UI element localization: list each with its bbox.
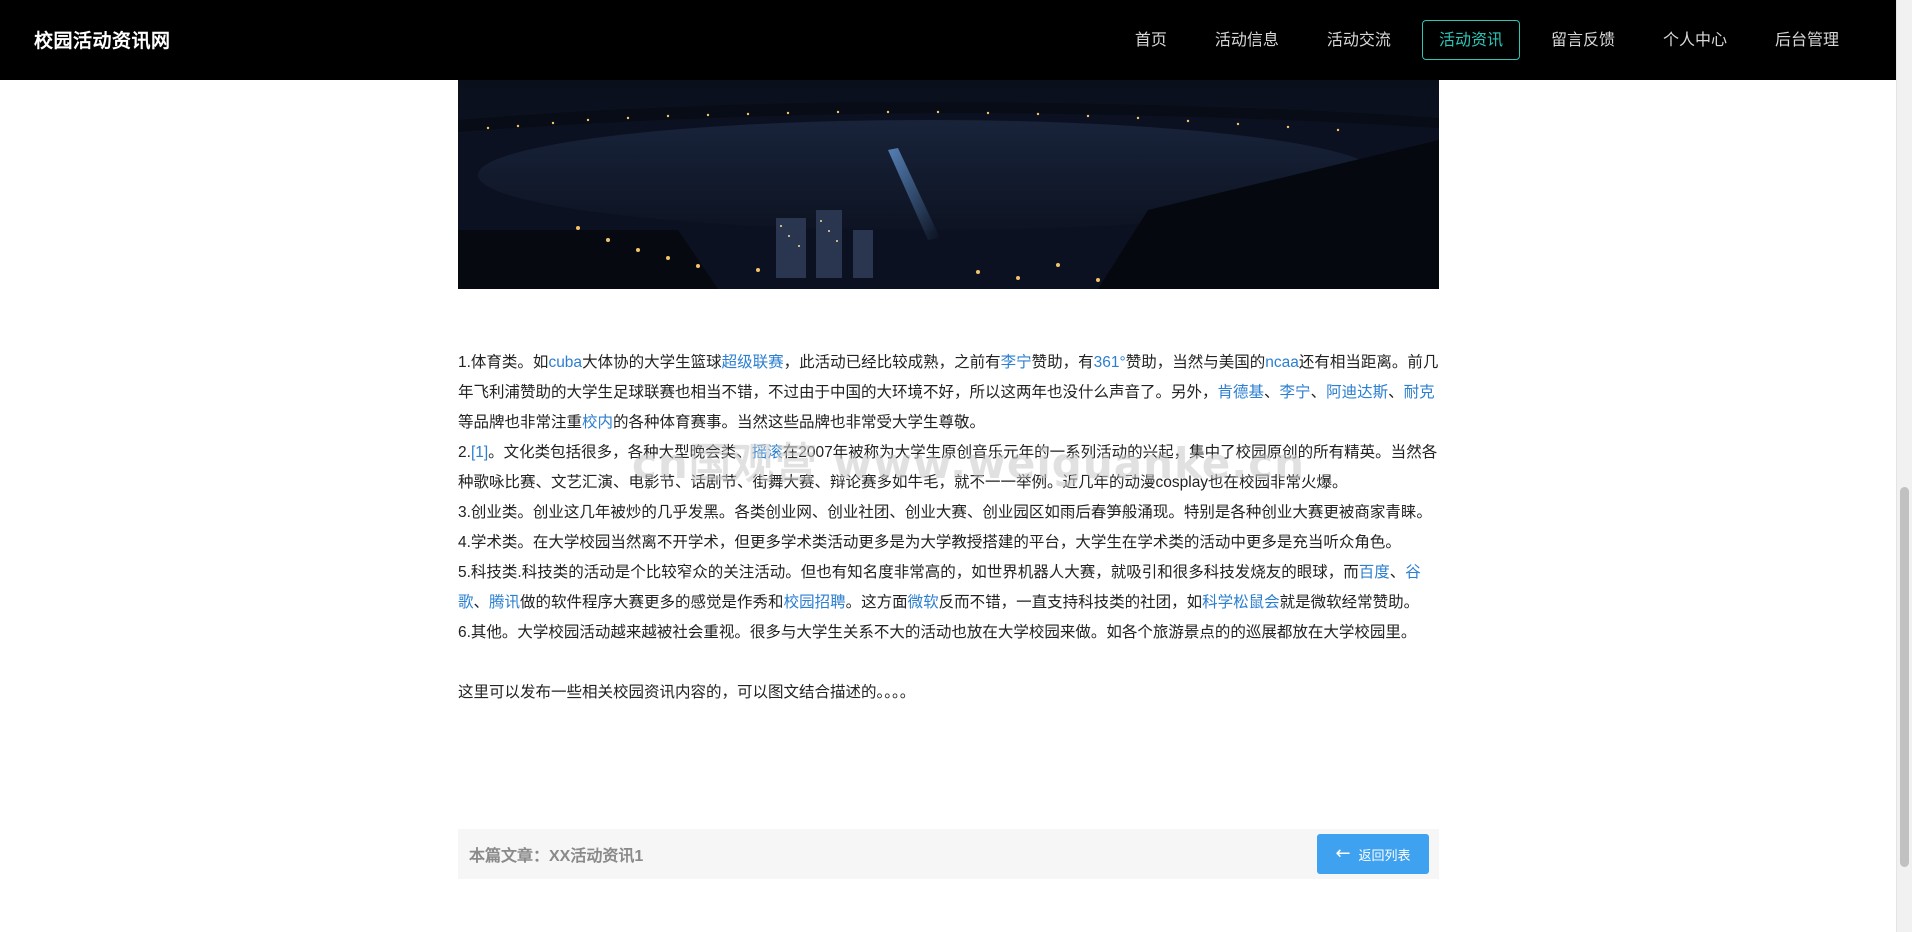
text: 2. <box>458 444 471 461</box>
link-baidu[interactable]: 百度 <box>1359 564 1390 581</box>
link-songshuhui[interactable]: 科学松鼠会 <box>1202 594 1280 611</box>
nav-item-profile[interactable]: 个人中心 <box>1646 20 1744 60</box>
link-campus[interactable]: 校内 <box>582 414 613 431</box>
text: 、 <box>1389 564 1406 581</box>
current-article-label: 本篇文章：XX活动资讯1 <box>469 848 644 865</box>
text: 等品牌也非常注重 <box>458 414 583 431</box>
text: 、 <box>1264 384 1280 401</box>
paragraph-technology: 5.科技类.科技类的活动是个比较窄众的关注活动。但也有知名度非常高的，如世界机器… <box>458 558 1439 618</box>
nav-item-home[interactable]: 首页 <box>1118 20 1184 60</box>
link-citation-1[interactable]: [1] <box>471 444 488 461</box>
text: 反而不错，一直支持科技类的社团，如 <box>938 594 1203 611</box>
paragraph-culture: 2.[1]。文化类包括很多，各种大型晚会类、摇滚在2007年被称为大学生原创音乐… <box>458 438 1439 498</box>
link-campus-recruitment[interactable]: 校园招聘 <box>784 594 846 611</box>
text: ，此活动已经比较成熟，之前有 <box>783 354 1001 371</box>
text: 1.体育类。如 <box>458 354 549 371</box>
article-body: 1.体育类。如cuba大体协的大学生篮球超级联赛，此活动已经比较成熟，之前有李宁… <box>458 348 1439 708</box>
text: 赞助，当然与美国的 <box>1125 354 1266 371</box>
paragraph-note: 这里可以发布一些相关校园资讯内容的，可以图文结合描述的。。。。 <box>458 684 916 701</box>
text: 的各种体育赛事。当然这些品牌也非常受大学生尊敬。 <box>613 414 986 431</box>
text: 。文化类包括很多，各种大型晚会类、 <box>488 444 752 461</box>
article-hero-image <box>458 80 1439 289</box>
link-kfc[interactable]: 肯德基 <box>1218 384 1265 401</box>
link-adidas[interactable]: 阿迪达斯 <box>1326 384 1388 401</box>
link-li-ning-2[interactable]: 李宁 <box>1280 384 1311 401</box>
link-nike[interactable]: 耐克 <box>1404 384 1435 401</box>
text: 大体协的大学生篮球 <box>582 354 722 371</box>
nav-item-feedback[interactable]: 留言反馈 <box>1534 20 1632 60</box>
link-cuba[interactable]: cuba <box>548 354 582 371</box>
night-lake-photo <box>458 80 1439 289</box>
paragraph-academic: 4.学术类。在大学校园当然离不开学术，但更多学术类活动更多是为大学教授搭建的平台… <box>458 534 1401 551</box>
text: 、 <box>1388 384 1404 401</box>
top-navbar: 校园活动资讯网 首页 活动信息 活动交流 活动资讯 留言反馈 个人中心 后台管理 <box>0 0 1896 80</box>
nav-item-activity-news[interactable]: 活动资讯 <box>1421 20 1520 60</box>
text: 。这方面 <box>845 594 908 611</box>
article-footer-bar: 本篇文章：XX活动资讯1 ← 返回列表 <box>458 829 1439 879</box>
nav-item-admin[interactable]: 后台管理 <box>1758 20 1856 60</box>
paragraph-other: 6.其他。大学校园活动越来越被社会重视。很多与大学生关系不大的活动也放在大学校园… <box>458 624 1417 641</box>
text: 、 <box>1310 384 1327 401</box>
link-tencent[interactable]: 腾讯 <box>489 594 520 611</box>
page-scrollbar[interactable] <box>1896 0 1912 932</box>
text: 、 <box>473 594 490 611</box>
text: 赞助，有 <box>1031 354 1094 371</box>
link-microsoft[interactable]: 微软 <box>908 594 939 611</box>
paragraph-sports: 1.体育类。如cuba大体协的大学生篮球超级联赛，此活动已经比较成熟，之前有李宁… <box>458 348 1439 438</box>
link-ncaa[interactable]: ncaa <box>1265 354 1299 371</box>
link-super-league[interactable]: 超级联赛 <box>722 354 784 371</box>
paragraph-entrepreneurship: 3.创业类。创业这几年被炒的几乎发黑。各类创业网、创业社团、创业大赛、创业园区如… <box>458 504 1432 521</box>
main-nav: 首页 活动信息 活动交流 活动资讯 留言反馈 个人中心 后台管理 <box>1118 20 1856 60</box>
text: 就是微软经常赞助。 <box>1279 594 1420 611</box>
nav-item-activity-info[interactable]: 活动信息 <box>1198 20 1296 60</box>
link-361[interactable]: 361° <box>1094 354 1126 371</box>
site-brand[interactable]: 校园活动资讯网 <box>34 26 171 53</box>
scrollbar-thumb[interactable] <box>1900 487 1909 867</box>
back-to-list-button[interactable]: ← 返回列表 <box>1317 834 1429 874</box>
back-to-list-label: 返回列表 <box>1358 848 1411 864</box>
nav-item-activity-exchange[interactable]: 活动交流 <box>1310 20 1408 60</box>
text: 5.科技类.科技类的活动是个比较窄众的关注活动。但也有知名度非常高的，如世界机器… <box>458 564 1359 581</box>
link-rock[interactable]: 摇滚 <box>752 444 783 461</box>
text: 做的软件程序大赛更多的感觉是作秀和 <box>520 594 784 611</box>
arrow-left-icon: ← <box>1335 843 1351 864</box>
link-li-ning[interactable]: 李宁 <box>1001 354 1032 371</box>
